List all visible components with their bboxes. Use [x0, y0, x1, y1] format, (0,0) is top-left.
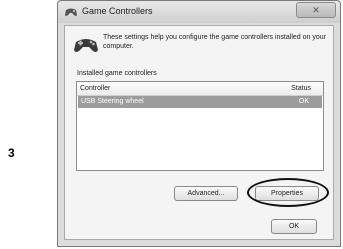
game-controllers-window: Game Controllers ✕ These settings help y…	[57, 0, 341, 247]
ok-button[interactable]: OK	[271, 219, 317, 234]
row-status: OK	[298, 98, 309, 105]
advanced-button[interactable]: Advanced...	[174, 186, 238, 201]
gamepad-icon	[65, 8, 77, 16]
list-row-selected[interactable]: USB Steering wheel OK	[78, 96, 322, 108]
installed-controllers-label: Installed game controllers	[77, 70, 157, 77]
gamepad-icon	[74, 39, 98, 52]
column-header-status[interactable]: Status	[291, 85, 311, 92]
column-header-controller[interactable]: Controller	[80, 85, 110, 92]
close-button[interactable]: ✕	[296, 2, 336, 18]
controller-list[interactable]: Controller Status USB Steering wheel OK	[76, 81, 324, 171]
intro-text: These settings help you configure the ga…	[103, 34, 326, 50]
step-number: 3	[8, 146, 15, 160]
dialog-body: These settings help you configure the ga…	[64, 25, 334, 240]
row-controller-name: USB Steering wheel	[81, 98, 144, 105]
list-header: Controller Status	[77, 82, 323, 96]
window-title: Game Controllers	[82, 6, 153, 16]
title-bar[interactable]: Game Controllers ✕	[58, 1, 340, 23]
highlight-ellipse	[247, 178, 329, 207]
close-icon: ✕	[312, 4, 320, 15]
